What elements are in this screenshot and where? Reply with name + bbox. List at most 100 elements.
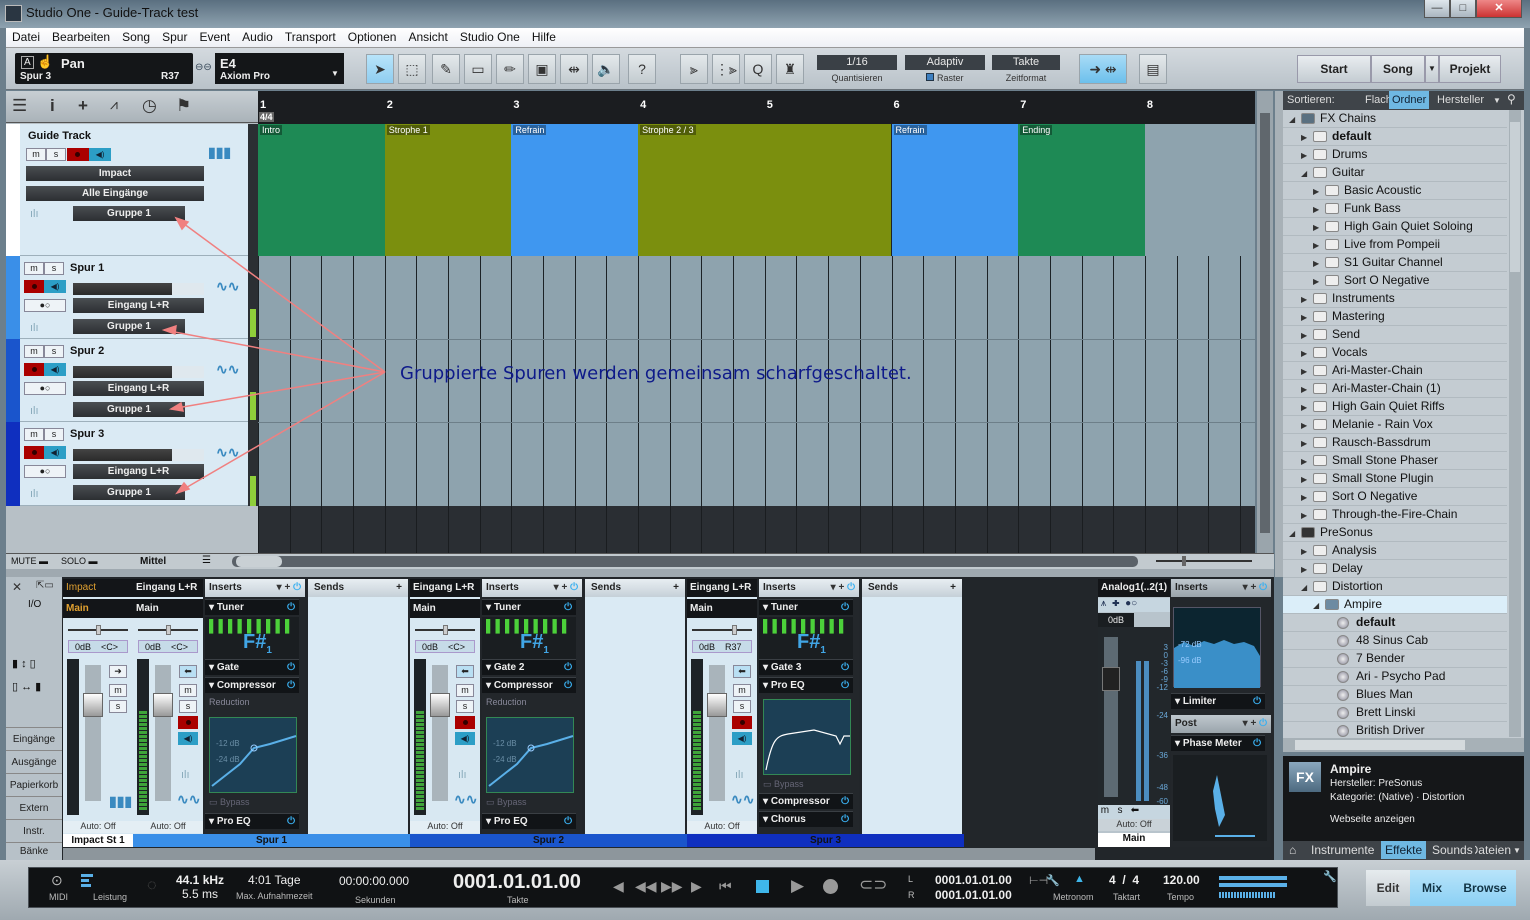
solo-button[interactable]: s [179, 700, 197, 713]
channel-name-spur3[interactable]: Spur 3 [687, 834, 964, 847]
inserts-header[interactable]: Inserts ▾ + ⏻ [482, 579, 582, 597]
browser-item[interactable]: ◢ Ampire [1283, 596, 1507, 614]
input-arrow-icon[interactable]: ⬅ [179, 665, 197, 678]
automation-mode[interactable]: Auto: Off [63, 821, 133, 833]
stop-button[interactable] [756, 880, 769, 893]
main-ms-buttons[interactable]: m s ⬅ [1098, 805, 1170, 819]
inserts-panel[interactable]: Inserts ▾ + ⏻ ▾ Tuner ⏻ ▌▌▌▌▌▌▌▌▌ F#1 ▾ Gate 2… [482, 579, 582, 834]
inserts-header[interactable]: Inserts ▾ + ⏻ [205, 579, 305, 597]
insert-slot[interactable]: ▾ Compressor ⏻ [482, 677, 576, 693]
expand-icon[interactable]: ▶ [1301, 291, 1307, 308]
browser-item[interactable]: ▶ Send [1283, 326, 1507, 344]
output-arrow-icon[interactable]: ➜ [109, 665, 127, 678]
pan-slider[interactable] [68, 625, 128, 635]
tab-sounds[interactable]: Sounds [1432, 843, 1473, 857]
time-seconds[interactable]: 00:00:00.000 [339, 874, 409, 888]
browser-item[interactable]: ▶ Ari-Master-Chain (1) [1283, 380, 1507, 398]
zoom-mode-select[interactable]: Mittel [140, 556, 166, 567]
browser-item[interactable]: default [1283, 614, 1507, 632]
banks-button[interactable]: Bänke [6, 842, 62, 860]
pan-slider[interactable] [692, 625, 752, 635]
browser-item[interactable]: ▶ Analysis [1283, 542, 1507, 560]
channel-main[interactable]: Analog1(..2(1) ⩚ ✚ ●○ 0dB 3 0 -3 -6 -9 -12 -24… [1098, 579, 1170, 847]
bypass-toggle[interactable]: ▭ Bypass [763, 779, 804, 790]
compressor-graph[interactable]: -12 dB -24 dB [486, 717, 574, 793]
browser-item[interactable]: 48 Sinus Cab [1283, 632, 1507, 650]
volume-fader[interactable] [430, 665, 450, 801]
time-signature-display[interactable]: 4 / 4 [1109, 873, 1139, 887]
expand-icon[interactable]: ▶ [1301, 435, 1307, 452]
expand-icon[interactable]: ▶ [1313, 237, 1319, 254]
expand-icon[interactable]: ▶ [1301, 561, 1307, 578]
power-icon[interactable]: ⏻ [841, 814, 849, 825]
tab-dateien[interactable]: Dateien [1475, 843, 1511, 857]
power-icon[interactable]: ⏻ [841, 662, 849, 673]
browser-item[interactable]: ▶ Rausch-Bassdrum [1283, 434, 1507, 452]
browser-item[interactable]: ▶ Mastering [1283, 308, 1507, 326]
solo-button[interactable]: s [109, 700, 127, 713]
mute-button[interactable]: m [179, 684, 197, 697]
tempo-value[interactable]: 120.00 [1163, 873, 1200, 887]
inserts-panel[interactable]: Inserts ▾ + ⏻ ▾ Tuner ⏻ ▌▌▌▌▌▌▌▌▌ F#1 ▾ Gate ⏻ ▾… [205, 579, 305, 834]
browser-item[interactable]: ▶ Sort O Negative [1283, 488, 1507, 506]
automation-mode[interactable]: Auto: Off [133, 821, 203, 833]
solo-button[interactable]: s [456, 700, 474, 713]
browser-item[interactable]: 7 Bender [1283, 650, 1507, 668]
insert-slot[interactable]: ▾ Pro EQ ⏻ [205, 813, 299, 829]
browser-item[interactable]: ◢ PreSonus [1283, 524, 1507, 542]
mixer-scrollbar[interactable] [63, 848, 1095, 860]
collapse-icon[interactable]: ◢ [1289, 525, 1295, 542]
power-icon[interactable]: ⏻ [287, 662, 295, 673]
sort-vendor[interactable]: Hersteller [1437, 94, 1484, 106]
search-icon[interactable]: ⚲ [1507, 92, 1516, 106]
automation-mode[interactable]: Auto: Off [410, 821, 480, 833]
browser-item[interactable]: ▶ default [1283, 128, 1507, 146]
power-icon[interactable]: ⏻ [287, 602, 295, 613]
inserts-panel[interactable]: Inserts ▾ + ⏻ ▾ Tuner ⏻ ▌▌▌▌▌▌▌▌▌ F#1 ▾ Gate 3… [759, 579, 859, 834]
channel-strip[interactable]: Eingang L+R Main 0dB R37 ⬅ m s ◀) ılı ∿∿ Auto: Of… [687, 579, 757, 834]
insert-limiter[interactable]: ▾ Limiter ⏻ [1171, 693, 1265, 709]
browser-item[interactable]: ▶ High Gain Quiet Riffs [1283, 398, 1507, 416]
bypass-toggle[interactable]: ▭ Bypass [209, 797, 250, 808]
main-automation[interactable]: Auto: Off [1098, 819, 1170, 831]
power-icon[interactable]: ⏻ [564, 602, 572, 613]
compressor-graph[interactable]: -12 dB -24 dB [209, 717, 297, 793]
channel-input[interactable]: Eingang L+R [133, 579, 203, 597]
mute-button[interactable]: m [109, 684, 127, 697]
home-icon[interactable]: ⌂ [1289, 843, 1296, 857]
expand-icon[interactable]: ▶ [1301, 489, 1307, 506]
power-icon[interactable]: ⏻ [287, 680, 295, 691]
expand-icon[interactable]: ▶ [1313, 255, 1319, 272]
io-toggle[interactable]: I/O [28, 599, 41, 610]
post-header[interactable]: Post ▾ + ⏻ [1171, 715, 1271, 733]
browser-item[interactable]: ▶ Drums [1283, 146, 1507, 164]
expand-icon[interactable]: ▶ [1301, 309, 1307, 326]
expand-icon[interactable]: ▶ [1313, 219, 1319, 236]
global-solo-button[interactable]: SOLO ▬ [61, 556, 98, 566]
expand-icon[interactable]: ▶ [1313, 201, 1319, 218]
record-button[interactable] [823, 879, 838, 894]
mix-mode-button[interactable]: Mix [1410, 870, 1454, 906]
sends-panel[interactable]: Sends + [862, 579, 962, 834]
sort-folder[interactable]: Ordner [1389, 91, 1430, 109]
browser-item[interactable]: ▶ Instruments [1283, 290, 1507, 308]
expand-icon[interactable]: ▶ [1301, 417, 1307, 434]
sends-header[interactable]: Sends + [308, 579, 408, 597]
channel-name-impact[interactable]: Impact St 1 [63, 834, 133, 847]
next-marker-icon[interactable]: ▶ [691, 878, 702, 895]
volume-fader[interactable] [707, 665, 727, 801]
transport-settings-icon[interactable]: 🔧 [1323, 870, 1337, 883]
browser-item[interactable]: Blues Man [1283, 686, 1507, 704]
loop-end[interactable]: 0001.01.01.00 [935, 888, 1012, 902]
metronome-icon[interactable]: ▲ [1074, 873, 1085, 885]
instruments-button[interactable]: Instr. [6, 819, 62, 842]
horizontal-scrollbar[interactable] [232, 556, 1138, 567]
insert-slot[interactable]: ▾ Pro EQ ⏻ [482, 813, 576, 829]
vertical-scrollbar[interactable] [1257, 91, 1273, 553]
channel-strip[interactable]: Eingang L+R Main 0dB <C> ⬅ m s ◀) ılı ∿∿ Auto: Of… [133, 579, 203, 834]
channel-output[interactable]: Main [410, 599, 480, 618]
website-link[interactable]: Webseite anzeigen [1330, 814, 1415, 825]
browse-mode-button[interactable]: Browse [1454, 870, 1516, 906]
expand-icon[interactable]: ▶ [1301, 363, 1307, 380]
rewind-icon[interactable]: ◀◀ [635, 878, 657, 895]
